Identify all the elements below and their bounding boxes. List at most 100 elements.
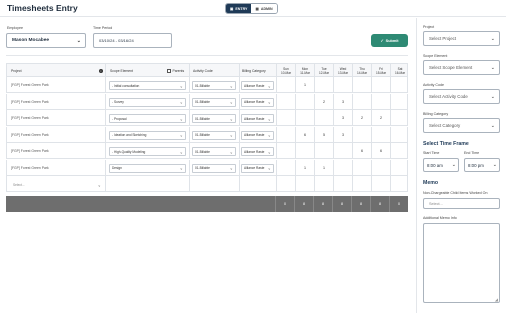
hours-cell[interactable] — [390, 143, 409, 159]
hours-cell[interactable] — [371, 77, 390, 93]
scope-select[interactable]: - Ideation and Sketching ⌄ — [109, 130, 186, 140]
hours-cell[interactable] — [314, 110, 333, 126]
hours-cell[interactable] — [371, 176, 390, 192]
hours-cell[interactable] — [352, 159, 371, 176]
hours-cell[interactable]: 1 — [295, 77, 314, 93]
hours-cell[interactable]: 2 — [352, 110, 371, 126]
activity-select[interactable]: 01-Billable ⌄ — [192, 81, 236, 90]
hours-cell[interactable] — [352, 77, 371, 93]
hours-cell[interactable] — [276, 110, 295, 126]
hours-cell[interactable] — [390, 126, 409, 143]
scope-select[interactable]: - Proposal ⌄ — [109, 114, 186, 123]
billing-select[interactable]: Alliance Raste ⌄ — [241, 97, 274, 107]
hours-cell[interactable] — [295, 143, 314, 159]
hours-cell[interactable] — [276, 176, 295, 192]
hours-cell[interactable]: 2 — [314, 93, 333, 110]
end-time-select[interactable]: 8:00 pm ⌄ — [464, 158, 500, 172]
hours-cell[interactable] — [333, 159, 352, 176]
end-time-value: 8:00 pm — [468, 162, 484, 168]
billing-select[interactable]: Alliance Raste ⌄ — [241, 114, 274, 123]
start-time-label: Start Time — [423, 151, 440, 155]
activity-select[interactable]: 01-Billable ⌄ — [192, 130, 236, 140]
scope-select[interactable]: - Survey ⌄ — [109, 97, 186, 107]
hours-cell[interactable]: 1 — [295, 159, 314, 176]
day-date: 14-Mar — [356, 71, 368, 75]
day-date: 12-Mar — [318, 71, 330, 75]
hours-cell[interactable] — [276, 143, 295, 159]
hours-cell[interactable]: 3 — [333, 126, 352, 143]
billing-select[interactable]: Alliance Raste ⌄ — [241, 130, 274, 140]
hours-cell[interactable]: 6 — [352, 143, 371, 159]
hours-cell[interactable] — [390, 176, 409, 192]
hours-cell[interactable] — [295, 176, 314, 192]
employee-select[interactable]: Mason Mocabee ⌄ — [6, 33, 86, 48]
hours-cell[interactable]: 6 — [295, 126, 314, 143]
hours-cell[interactable] — [352, 93, 371, 110]
parents-checkbox[interactable] — [167, 69, 171, 73]
project-select[interactable]: Select Project ⌄ — [423, 31, 500, 46]
nonchargeable-select[interactable]: Select... — [423, 198, 500, 209]
info-icon[interactable]: i — [99, 64, 103, 78]
hours-cell[interactable] — [276, 126, 295, 143]
hours-cell[interactable] — [314, 77, 333, 93]
hours-cell[interactable]: 6 — [371, 143, 390, 159]
hours-cell[interactable] — [276, 159, 295, 176]
time-period-input[interactable]: 03/10/24 - 03/16/24 — [93, 33, 172, 48]
hours-cell[interactable]: 3 — [333, 93, 352, 110]
activity-select[interactable]: 01-Billable ⌄ — [192, 163, 236, 173]
billing-select-value: Alliance Raste — [244, 100, 265, 104]
hours-cell[interactable] — [276, 77, 295, 93]
parents-toggle[interactable]: Parents — [167, 64, 184, 78]
hours-cell[interactable]: 1 — [314, 159, 333, 176]
hours-cell[interactable] — [295, 110, 314, 126]
hours-cell[interactable] — [390, 93, 409, 110]
new-project-select[interactable]: Select... ⌄ — [11, 180, 103, 189]
activity-select[interactable]: Select Activity Code ⌄ — [423, 89, 500, 104]
admin-view-button[interactable]: ▦ ADMIN — [251, 4, 277, 13]
hours-cell[interactable] — [390, 77, 409, 93]
billing-select[interactable]: Alliance Raste ⌄ — [241, 81, 274, 90]
activity-select[interactable]: 01-Billable ⌄ — [192, 147, 236, 156]
hours-cell[interactable] — [390, 159, 409, 176]
hours-cell[interactable] — [371, 159, 390, 176]
additional-memo-textarea[interactable]: ◢ — [423, 223, 500, 303]
scope-select[interactable]: Select Scope Element ⌄ — [423, 60, 500, 75]
hours-cell[interactable] — [314, 176, 333, 192]
start-time-select[interactable]: 8:00 am ⌄ — [423, 158, 459, 172]
project-cell[interactable]: [FGP] Forest Green Park — [11, 143, 49, 159]
hours-cell[interactable] — [352, 176, 371, 192]
project-cell[interactable]: [FGP] Forest Green Park — [11, 160, 49, 176]
scope-select[interactable]: - Initial consultation ⌄ — [109, 81, 186, 90]
hours-cell[interactable] — [295, 93, 314, 110]
activity-select[interactable]: 01-Billable ⌄ — [192, 114, 236, 123]
hours-cell[interactable] — [333, 77, 352, 93]
hours-cell[interactable]: 2 — [371, 110, 390, 126]
scope-select[interactable]: Design ⌄ — [109, 163, 186, 173]
hours-cell[interactable]: 3 — [333, 110, 352, 126]
day-column-header: Tue 12-Mar — [314, 64, 333, 78]
admin-view-label: ADMIN — [260, 6, 273, 11]
hours-cell[interactable] — [352, 126, 371, 143]
hours-cell[interactable] — [390, 110, 409, 126]
hours-cell[interactable] — [333, 176, 352, 192]
total-cell: 0 — [389, 195, 408, 212]
activity-select[interactable]: 01-Billable ⌄ — [192, 97, 236, 107]
project-cell[interactable]: [FGP] Forest Green Park — [11, 127, 49, 143]
billing-select[interactable]: Alliance Raste ⌄ — [241, 163, 274, 173]
hours-cell[interactable] — [314, 143, 333, 159]
billing-select[interactable]: Alliance Raste ⌄ — [241, 147, 274, 156]
entry-view-button[interactable]: ▣ ENTRY — [226, 4, 252, 13]
project-cell[interactable]: [FGP] Forest Green Park — [11, 77, 49, 93]
hours-cell[interactable] — [371, 126, 390, 143]
chevron-down-icon: ⌄ — [267, 132, 271, 138]
hours-cell[interactable]: 5 — [314, 126, 333, 143]
category-select[interactable]: Select Category ⌄ — [423, 118, 500, 133]
hours-cell[interactable] — [333, 143, 352, 159]
resize-handle-icon[interactable]: ◢ — [495, 297, 498, 302]
scope-select[interactable]: - High-Quality Modeling ⌄ — [109, 147, 186, 156]
hours-cell[interactable] — [276, 93, 295, 110]
project-cell[interactable]: [FGP] Forest Green Park — [11, 110, 49, 126]
submit-button[interactable]: ✓ Submit — [371, 34, 408, 47]
hours-cell[interactable] — [371, 93, 390, 110]
project-cell[interactable]: [FGP] Forest Green Park — [11, 94, 49, 110]
